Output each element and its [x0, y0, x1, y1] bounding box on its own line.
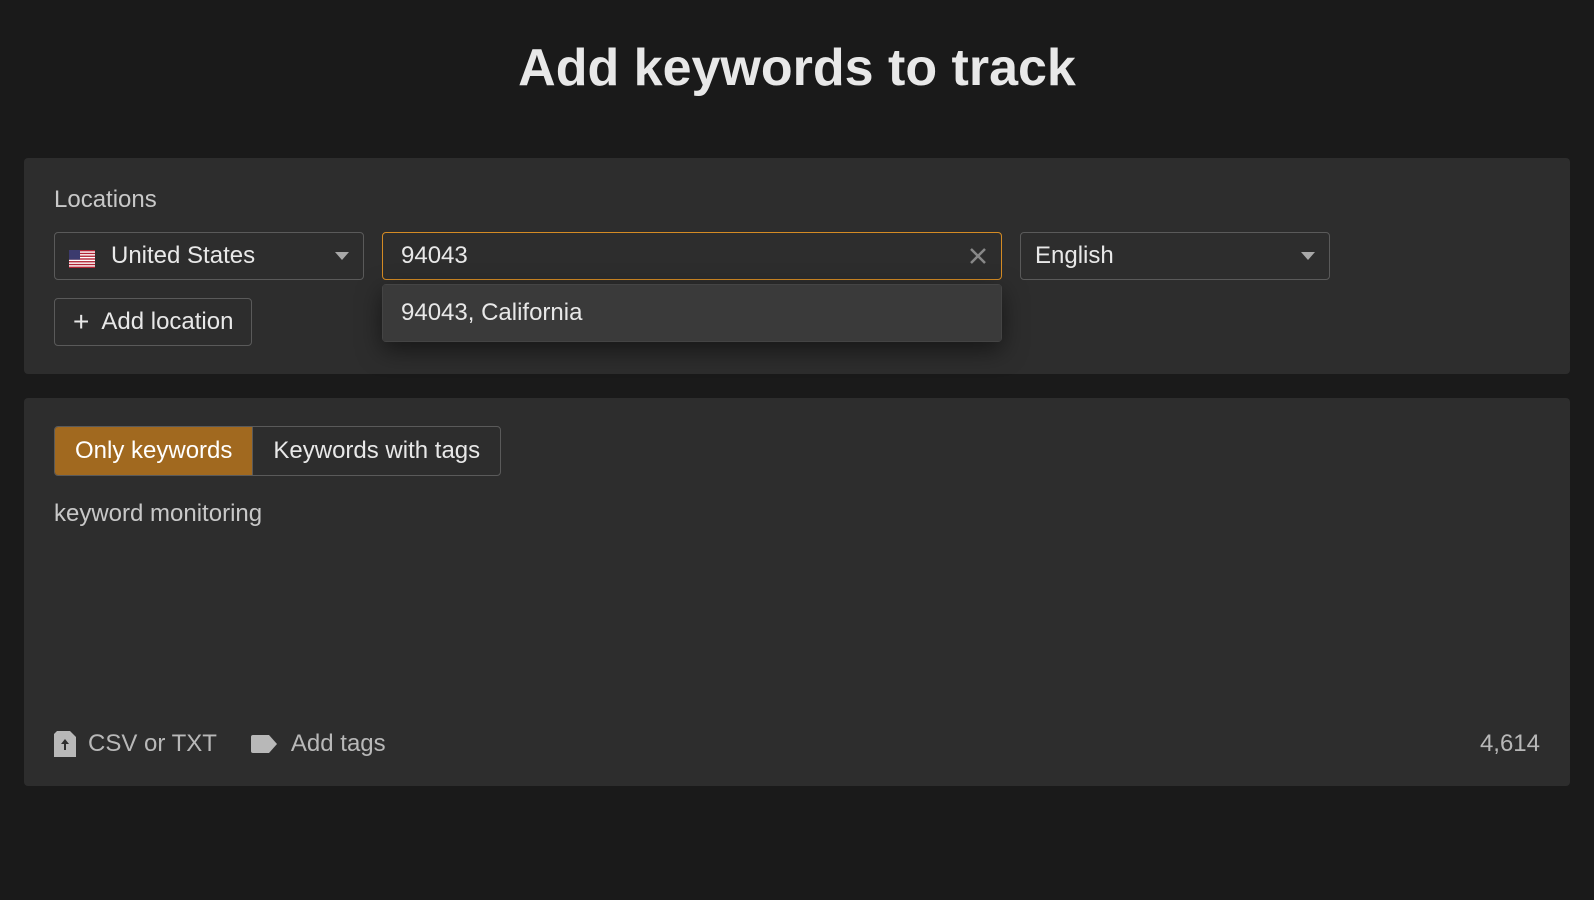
plus-icon: +: [73, 308, 89, 336]
flag-icon-us: [69, 247, 95, 265]
chevron-down-icon: [1301, 252, 1315, 260]
tag-icon: [251, 733, 279, 755]
zip-suggestion-item[interactable]: 94043, California: [383, 285, 1001, 341]
upload-csv-button[interactable]: CSV or TXT: [54, 730, 217, 758]
clear-input-button[interactable]: [966, 244, 990, 268]
zip-suggestion-dropdown: 94043, California: [382, 284, 1002, 342]
tab-keywords-with-tags[interactable]: Keywords with tags: [252, 427, 500, 475]
keywords-tabs: Only keywords Keywords with tags: [54, 426, 501, 476]
country-select[interactable]: United States: [54, 232, 364, 280]
keywords-remaining-count: 4,614: [1480, 730, 1540, 758]
add-tags-label: Add tags: [291, 730, 386, 758]
keywords-textarea[interactable]: keyword monitoring: [54, 500, 1540, 720]
language-select-label: English: [1035, 242, 1114, 270]
file-upload-icon: [54, 731, 76, 757]
chevron-down-icon: [335, 252, 349, 260]
locations-label: Locations: [54, 186, 1540, 214]
page-title: Add keywords to track: [0, 0, 1594, 158]
zip-search-wrapper: 94043, California: [382, 232, 1002, 280]
tab-only-keywords[interactable]: Only keywords: [55, 427, 252, 475]
add-tags-button[interactable]: Add tags: [251, 730, 386, 758]
close-icon: [968, 246, 988, 266]
country-select-label: United States: [111, 242, 255, 270]
add-location-label: Add location: [101, 308, 233, 336]
zip-search-input[interactable]: [382, 232, 1002, 280]
add-location-button[interactable]: + Add location: [54, 298, 252, 346]
upload-csv-label: CSV or TXT: [88, 730, 217, 758]
keywords-panel: Only keywords Keywords with tags keyword…: [24, 398, 1570, 786]
keywords-footer: CSV or TXT Add tags 4,614: [54, 720, 1540, 758]
language-select[interactable]: English: [1020, 232, 1330, 280]
locations-panel: Locations United States: [24, 158, 1570, 374]
